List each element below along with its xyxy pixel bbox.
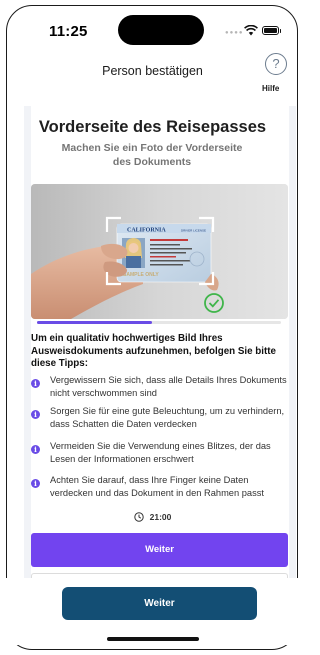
info-icon: i — [31, 445, 40, 454]
document-subtitle: Machen Sie ein Foto der Vorderseite des … — [61, 142, 243, 168]
wifi-icon — [244, 25, 258, 36]
help-label[interactable]: Hilfe — [262, 84, 279, 93]
timer-value: 21:00 — [149, 512, 172, 522]
countdown-timer: 21:00 — [0, 512, 305, 522]
info-icon: i — [31, 410, 40, 419]
question-circle-icon[interactable]: ? — [265, 53, 287, 75]
card-state-text: CALIFORNIA — [127, 228, 166, 234]
bottom-continue-button[interactable]: Weiter — [62, 587, 257, 620]
signal-dots-icon: ●●●● — [225, 30, 244, 36]
continue-button[interactable]: Weiter — [31, 533, 288, 567]
document-photo-illustration: CALIFORNIA DRIVER LICENSE SAMPLE ONLY — [31, 184, 288, 319]
document-photo: CALIFORNIA DRIVER LICENSE SAMPLE ONLY — [31, 184, 288, 319]
info-icon: i — [31, 379, 40, 388]
status-bar: 11:25 ●●●● — [7, 6, 297, 56]
capture-progress-fill — [37, 321, 152, 324]
status-time: 11:25 — [49, 23, 88, 40]
capture-progress-track — [37, 321, 281, 324]
info-icon: i — [31, 479, 40, 488]
clock-icon — [133, 512, 144, 522]
dynamic-island — [118, 15, 204, 45]
battery-icon — [262, 26, 281, 35]
home-indicator — [107, 637, 199, 641]
card-watermark: SAMPLE ONLY — [123, 272, 159, 278]
page-title: Person bestätigen — [102, 64, 203, 78]
document-title: Vorderseite des Reisepasses — [38, 118, 267, 136]
card-sub-text: DRIVER LICENSE — [181, 229, 206, 233]
tips-intro: Um ein qualitativ hochwertiges Bild Ihre… — [31, 333, 276, 369]
